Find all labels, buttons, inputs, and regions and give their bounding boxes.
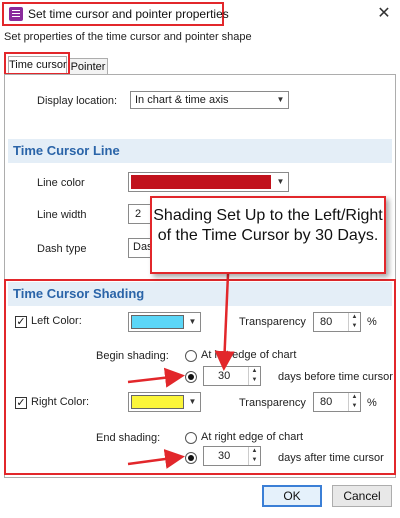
annotation-callout: Shading Set Up to the Left/Right of the … [150,196,386,274]
callout-text: Shading Set Up to the Left/Right of the … [153,207,383,244]
ok-button[interactable]: OK [262,485,322,507]
callout-pointer-arrow [214,273,235,371]
cancel-button[interactable]: Cancel [332,485,392,507]
left-days-arrow [127,367,185,388]
right-days-arrow [127,449,185,469]
